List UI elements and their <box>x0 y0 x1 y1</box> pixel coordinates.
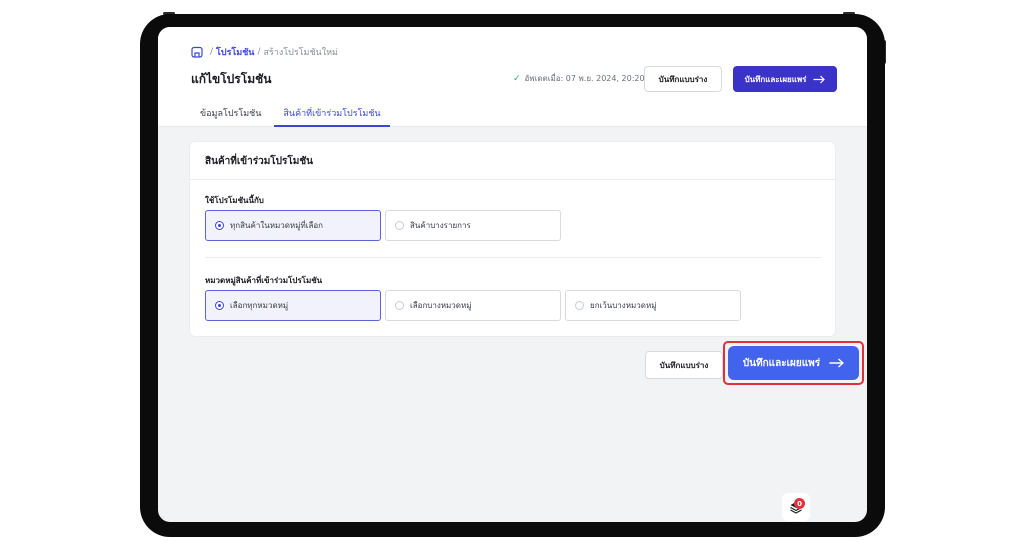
option-some-products[interactable]: สินค้าบางรายการ <box>385 210 561 241</box>
option-all-in-category[interactable]: ทุกสินค้าในหมวดหมู่ที่เลือก <box>205 210 381 241</box>
section-divider <box>205 257 822 258</box>
notification-badge: 0 <box>794 498 805 509</box>
breadcrumb-separator: / <box>257 47 261 57</box>
save-draft-label: บันทึกแบบร่าง <box>658 74 708 84</box>
option-label: เลือกบางหมวดหมู่ <box>410 301 472 310</box>
save-draft-button-top[interactable]: บันทึกแบบร่าง <box>644 66 722 92</box>
radio-icon <box>395 221 404 230</box>
option-label: เลือกทุกหมวดหมู่ <box>230 301 289 310</box>
arrow-right-icon <box>829 358 845 368</box>
breadcrumb-link-promotions[interactable]: โปรโมชัน <box>216 45 254 59</box>
radio-icon <box>575 301 584 310</box>
breadcrumb: / โปรโมชัน / สร้างโปรโมชันใหม่ <box>191 45 338 59</box>
save-publish-button-bottom[interactable]: บันทึกและเผยแพร่ <box>728 346 859 380</box>
save-draft-label: บันทึกแบบร่าง <box>659 360 709 370</box>
card-title: สินค้าที่เข้าร่วมโปรโมชัน <box>205 156 313 167</box>
tab-bar: ข้อมูลโปรโมชัน สินค้าที่เข้าร่วมโปรโมชัน <box>191 97 390 127</box>
check-icon: ✓ <box>513 73 521 84</box>
tab-participating-products[interactable]: สินค้าที่เข้าร่วมโปรโมชัน <box>274 97 390 127</box>
app-screen: / โปรโมชัน / สร้างโปรโมชันใหม่ แก้ไขโปรโ… <box>158 27 867 522</box>
apply-to-label: ใช้โปรโมชันนี้กับ <box>205 196 264 205</box>
option-label: ยกเว้นบางหมวดหมู่ <box>590 301 657 310</box>
card-divider <box>190 179 835 180</box>
save-publish-label: บันทึกและเผยแพร่ <box>744 74 807 84</box>
radio-icon <box>395 301 404 310</box>
save-publish-button-top[interactable]: บันทึกและเผยแพร่ <box>733 66 837 92</box>
participating-products-card: สินค้าที่เข้าร่วมโปรโมชัน ใช้โปรโมชันนี้… <box>189 141 836 337</box>
breadcrumb-current: สร้างโปรโมชันใหม่ <box>263 48 338 58</box>
option-some-categories[interactable]: เลือกบางหมวดหมู่ <box>385 290 561 321</box>
page-header: / โปรโมชัน / สร้างโปรโมชันใหม่ แก้ไขโปรโ… <box>158 27 867 127</box>
tab-promotion-info[interactable]: ข้อมูลโปรโมชัน <box>191 97 270 127</box>
breadcrumb-separator: / <box>210 47 214 57</box>
radio-icon <box>215 301 224 310</box>
option-except-categories[interactable]: ยกเว้นบางหมวดหมู่ <box>565 290 741 321</box>
saved-status: ✓ อัพเดตเมื่อ: 07 พ.ย. 2024, 20:20 <box>513 72 645 85</box>
option-label: สินค้าบางรายการ <box>410 221 471 230</box>
store-icon[interactable] <box>191 46 203 58</box>
saved-status-text: อัพเดตเมื่อ: 07 พ.ย. 2024, 20:20 <box>524 74 645 83</box>
save-draft-button-bottom[interactable]: บันทึกแบบร่าง <box>645 351 723 379</box>
arrow-right-icon <box>813 75 826 83</box>
option-all-categories[interactable]: เลือกทุกหมวดหมู่ <box>205 290 381 321</box>
radio-icon <box>215 221 224 230</box>
save-publish-label: บันทึกและเผยแพร่ <box>742 357 821 369</box>
category-label: หมวดหมู่สินค้าที่เข้าร่วมโปรโมชัน <box>205 276 323 285</box>
option-label: ทุกสินค้าในหมวดหมู่ที่เลือก <box>230 221 324 230</box>
page-title: แก้ไขโปรโมชัน <box>191 72 272 86</box>
